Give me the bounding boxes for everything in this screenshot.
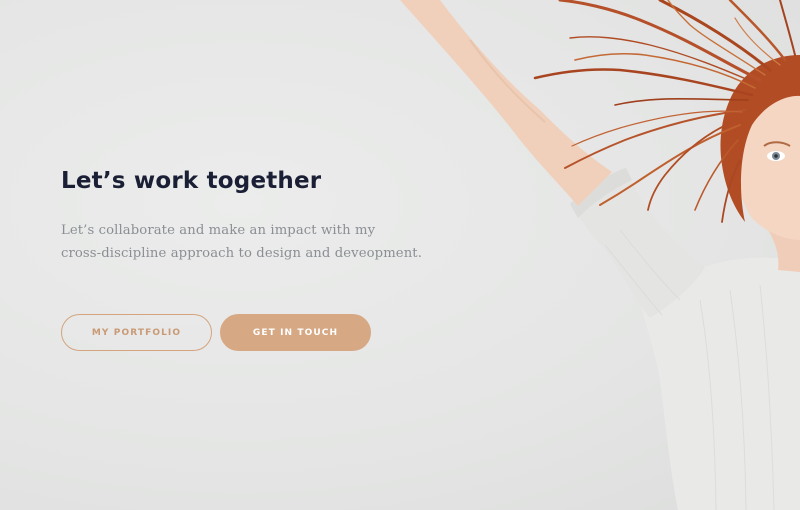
my-portfolio-button[interactable]: MY PORTFOLIO: [61, 314, 212, 351]
page-title: Let’s work together: [61, 168, 322, 194]
hero-content: Let’s work together Let’s collaborate an…: [61, 165, 461, 265]
hero-actions: MY PORTFOLIO GET IN TOUCH: [61, 314, 371, 351]
intro-line: cross-discipline approach to design and …: [61, 246, 422, 261]
intro-text: Let’s collaborate and make an impact wit…: [61, 219, 461, 265]
hero-section: Let’s work together Let’s collaborate an…: [0, 0, 800, 510]
intro-line: Let’s collaborate and make an impact wit…: [61, 223, 376, 238]
get-in-touch-button[interactable]: GET IN TOUCH: [220, 314, 371, 351]
